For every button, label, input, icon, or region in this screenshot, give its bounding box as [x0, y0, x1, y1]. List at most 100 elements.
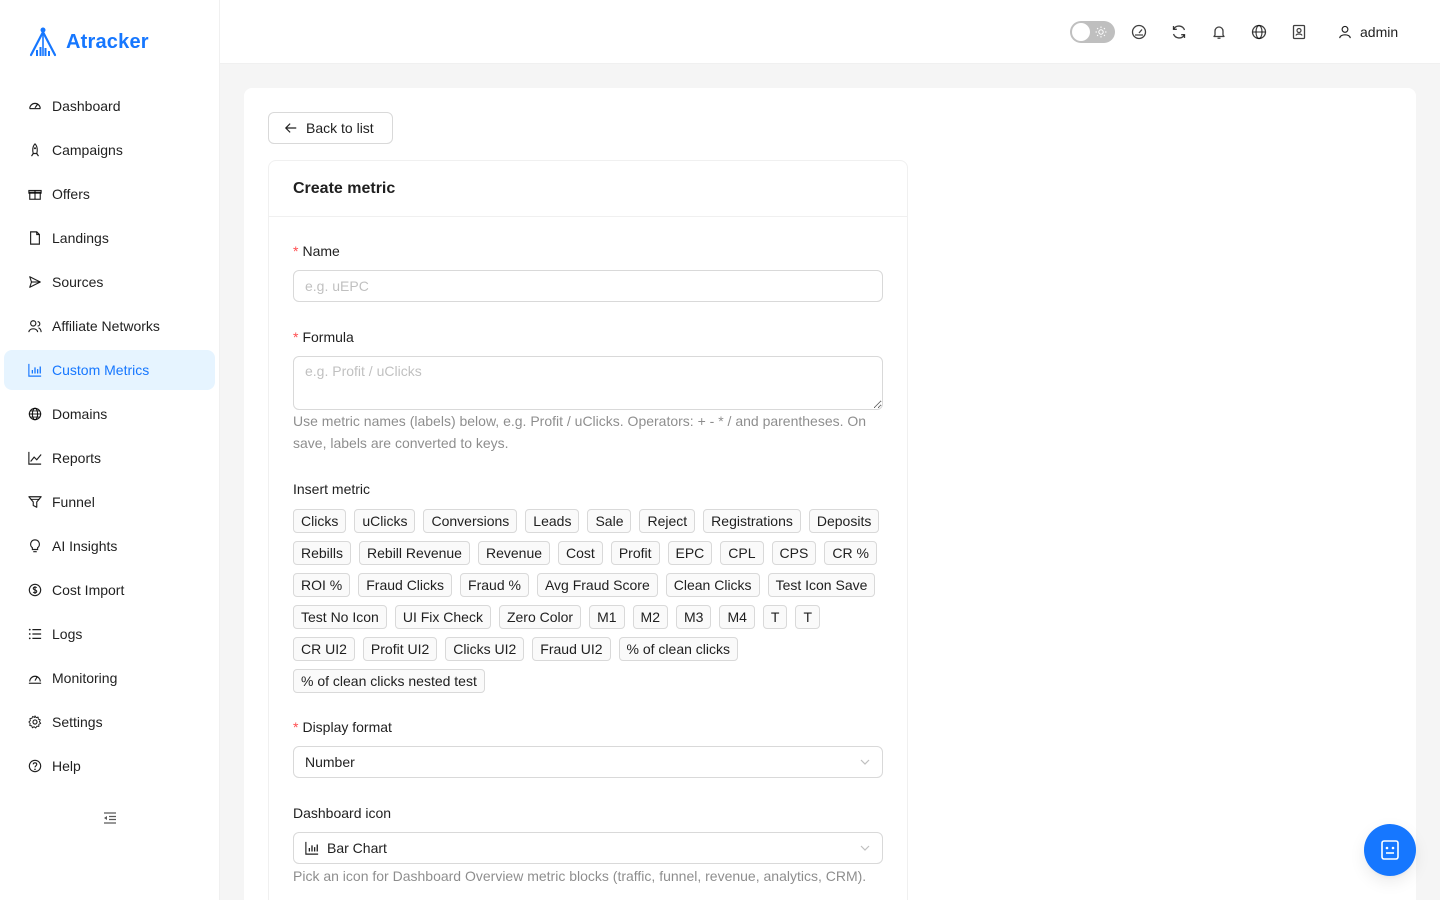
- formula-label-text: Formula: [302, 329, 354, 345]
- insert-metric-tag[interactable]: UI Fix Check: [394, 605, 491, 629]
- insert-metric-tag[interactable]: M4: [719, 605, 755, 629]
- insert-metric-tag[interactable]: Cost: [558, 541, 603, 565]
- sidebar-item-funnel[interactable]: Funnel: [4, 482, 215, 522]
- insert-metric-tag[interactable]: Clean Clicks: [665, 573, 760, 597]
- sidebar-item-dashboard[interactable]: Dashboard: [4, 86, 215, 126]
- insert-metric-tag[interactable]: % of clean clicks: [618, 637, 739, 661]
- insert-metric-tag[interactable]: Clicks: [293, 509, 347, 533]
- dashboard-icon-help: Pick an icon for Dashboard Overview metr…: [293, 868, 867, 884]
- insert-metric-tag[interactable]: EPC: [667, 541, 713, 565]
- sidebar-item-label: Custom Metrics: [52, 362, 150, 378]
- sidebar-item-affiliate-networks[interactable]: Affiliate Networks: [4, 306, 215, 346]
- formula-help: Use metric names (labels) below, e.g. Pr…: [293, 413, 867, 451]
- send-icon: [28, 275, 42, 289]
- insert-metric-tag[interactable]: Leads: [525, 509, 580, 533]
- display-format-label-text: Display format: [302, 719, 392, 735]
- insert-metric-tag[interactable]: Clicks UI2: [445, 637, 525, 661]
- insert-metric-tag[interactable]: Revenue: [477, 541, 551, 565]
- display-format-value: Number: [305, 754, 355, 770]
- sidebar-item-reports[interactable]: Reports: [4, 438, 215, 478]
- insert-metric-tag[interactable]: ROI %: [293, 573, 351, 597]
- insert-metric-tag[interactable]: % of clean clicks nested test: [293, 669, 485, 693]
- dashboard-icon: [28, 99, 42, 113]
- dashboard-icon[interactable]: [1131, 24, 1147, 40]
- sidebar-item-label: Offers: [52, 186, 90, 202]
- gear-icon: [28, 715, 42, 729]
- sidebar-item-offers[interactable]: Offers: [4, 174, 215, 214]
- sidebar-item-domains[interactable]: Domains: [4, 394, 215, 434]
- logo[interactable]: Atracker: [26, 26, 149, 58]
- display-format-select[interactable]: Number: [293, 746, 883, 778]
- assistant-float-button[interactable]: [1364, 824, 1416, 876]
- sidebar-item-ai-insights[interactable]: AI Insights: [4, 526, 215, 566]
- insert-metric-tag[interactable]: T: [795, 605, 821, 629]
- chevron-down-icon: [860, 759, 870, 765]
- line-chart-icon: [28, 451, 42, 465]
- insert-metric-tag[interactable]: Fraud %: [460, 573, 529, 597]
- sidebar-item-settings[interactable]: Settings: [4, 702, 215, 742]
- insert-metric-tag[interactable]: CR UI2: [293, 637, 355, 661]
- sidebar-item-label: Logs: [52, 626, 83, 642]
- sidebar-item-custom-metrics[interactable]: Custom Metrics: [4, 350, 215, 390]
- insert-metric-tag[interactable]: M3: [676, 605, 712, 629]
- insert-metric-tag[interactable]: Avg Fraud Score: [536, 573, 658, 597]
- sidebar-item-landings[interactable]: Landings: [4, 218, 215, 258]
- theme-toggle[interactable]: [1070, 21, 1115, 43]
- dashboard-icon-value: Bar Chart: [327, 840, 387, 856]
- insert-metric-tag[interactable]: Test No Icon: [293, 605, 387, 629]
- insert-metric-tag[interactable]: Sale: [587, 509, 632, 533]
- insert-metric-tag[interactable]: Reject: [639, 509, 696, 533]
- insert-metric-tag[interactable]: Registrations: [703, 509, 801, 533]
- insert-metric-tag[interactable]: Rebill Revenue: [359, 541, 470, 565]
- display-format-label: * Display format: [293, 719, 392, 735]
- insert-metric-tag[interactable]: CR %: [824, 541, 877, 565]
- card-title: Create metric: [269, 161, 907, 217]
- insert-metric-tag[interactable]: Fraud Clicks: [358, 573, 453, 597]
- insert-metric-tag[interactable]: Fraud UI2: [532, 637, 611, 661]
- insert-metric-tag[interactable]: M2: [632, 605, 668, 629]
- name-label-text: Name: [302, 243, 340, 259]
- insert-metric-tags: Clicks uClicks Conversions Leads Sale Reject R…: [293, 509, 883, 693]
- sidebar-item-sources[interactable]: Sources: [4, 262, 215, 302]
- insert-metric-tag[interactable]: Zero Color: [498, 605, 582, 629]
- insert-metric-tag[interactable]: Test Icon Save: [767, 573, 876, 597]
- insert-metric-tag[interactable]: uClicks: [354, 509, 416, 533]
- insert-metric-tag[interactable]: Profit UI2: [362, 637, 438, 661]
- formula-textarea[interactable]: [293, 356, 883, 410]
- sidebar-item-cost-import[interactable]: Cost Import: [4, 570, 215, 610]
- insert-metric-tag[interactable]: Deposits: [808, 509, 880, 533]
- insert-metric-tag[interactable]: Conversions: [423, 509, 518, 533]
- required-mark: *: [293, 243, 299, 259]
- insert-metric-tag[interactable]: Profit: [610, 541, 660, 565]
- user-icon: [1339, 25, 1351, 39]
- insert-metric-tag[interactable]: M1: [589, 605, 625, 629]
- sidebar-item-monitoring[interactable]: Monitoring: [4, 658, 215, 698]
- name-input[interactable]: [293, 270, 883, 302]
- sidebar-item-help[interactable]: Help: [4, 746, 215, 786]
- sidebar-menu: Dashboard Campaigns Offers Landings Sour…: [4, 86, 215, 790]
- bell-icon[interactable]: [1211, 24, 1227, 40]
- formula-label: * Formula: [293, 329, 354, 345]
- sidebar-item-logs[interactable]: Logs: [4, 614, 215, 654]
- insert-metric-tag[interactable]: CPL: [720, 541, 764, 565]
- bar-chart-icon: [305, 841, 319, 855]
- sidebar-item-campaigns[interactable]: Campaigns: [4, 130, 215, 170]
- menu-fold-icon[interactable]: [102, 810, 118, 826]
- contacts-icon[interactable]: [1291, 24, 1307, 40]
- dollar-icon: [28, 583, 42, 597]
- back-to-list-button[interactable]: Back to list: [268, 112, 393, 144]
- insert-metric-tag[interactable]: T: [762, 605, 788, 629]
- globe-icon[interactable]: [1251, 24, 1267, 40]
- insert-metric-tag[interactable]: Rebills: [293, 541, 352, 565]
- monitor-icon: [28, 671, 42, 685]
- insert-metric-tag[interactable]: CPS: [771, 541, 817, 565]
- dashboard-icon-select[interactable]: Bar Chart: [293, 832, 883, 864]
- sync-icon[interactable]: [1171, 24, 1187, 40]
- toggle-knob: [1072, 23, 1090, 41]
- required-mark: *: [293, 329, 299, 345]
- question-icon: [28, 759, 42, 773]
- bulb-icon: [28, 539, 42, 553]
- bar-chart-icon: [28, 363, 42, 377]
- funnel-icon: [28, 495, 42, 509]
- user-menu[interactable]: admin: [1338, 22, 1398, 42]
